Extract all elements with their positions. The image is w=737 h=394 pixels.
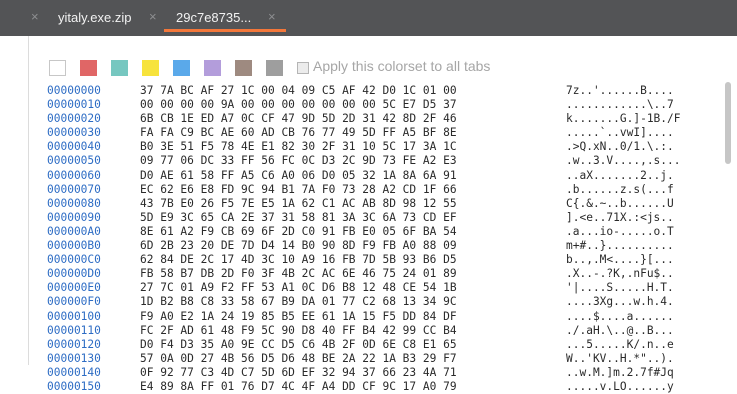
- hex-address[interactable]: 00000030: [47, 126, 101, 140]
- hex-ascii[interactable]: k.......G.]-1B./F: [566, 112, 681, 126]
- hex-ascii[interactable]: 7z..'......B....: [566, 84, 674, 98]
- hex-bytes[interactable]: 37 7A BC AF 27 1C 00 04 09 C5 AF 42 D0 1…: [140, 84, 457, 98]
- swatch-blue[interactable]: [173, 60, 190, 76]
- hex-ascii[interactable]: ./.aH.\..@..B...: [566, 324, 674, 338]
- swatch-red[interactable]: [80, 60, 97, 76]
- hex-ascii[interactable]: ].<e..71X.:<js..: [566, 211, 674, 225]
- hex-address[interactable]: 000000D0: [47, 267, 101, 281]
- hex-ascii[interactable]: W..'KV..H.*"..).: [566, 352, 674, 366]
- tab-bar: × yitaly.exe.zip × 29c7e8735... ×: [0, 0, 737, 36]
- hex-address[interactable]: 00000000: [47, 84, 101, 98]
- hex-address[interactable]: 00000040: [47, 140, 101, 154]
- tab-29c7e8735[interactable]: 29c7e8735... ×: [164, 0, 286, 36]
- tab-yitaly-exe-zip[interactable]: yitaly.exe.zip ×: [58, 0, 158, 36]
- hex-bytes[interactable]: 6D 2B 23 20 DE 7D D4 14 B0 90 8D F9 FB A…: [140, 239, 457, 253]
- hex-address[interactable]: 000000E0: [47, 281, 101, 295]
- hex-bytes[interactable]: 57 0A 0D 27 4B 56 D5 D6 48 BE 2A 22 1A B…: [140, 352, 457, 366]
- hex-bytes[interactable]: 0F 92 77 C3 4D C7 5D 6D EF 32 94 37 66 2…: [140, 366, 457, 380]
- close-icon[interactable]: ×: [31, 9, 39, 24]
- tab-label: 29c7e8735...: [176, 10, 252, 25]
- apply-colorset-label: Apply this colorset to all tabs: [313, 58, 491, 74]
- leading-tab-close[interactable]: ×: [31, 0, 41, 36]
- hex-bytes[interactable]: 27 7C 01 A9 F2 FF 53 A1 0C D6 B8 12 48 C…: [140, 281, 457, 295]
- hex-ascii[interactable]: .....v.LO......y: [566, 380, 674, 394]
- hex-ascii[interactable]: b..,.M<....}[...: [566, 253, 674, 267]
- hex-ascii[interactable]: ..w.M.]m.2.7f#Jq: [566, 366, 674, 380]
- hex-address[interactable]: 00000100: [47, 310, 101, 324]
- hex-bytes[interactable]: D0 AE 61 58 FF A5 C6 A0 06 D0 05 32 1A 8…: [140, 169, 457, 183]
- hex-address[interactable]: 00000130: [47, 352, 101, 366]
- hex-ascii[interactable]: C{.&.~..b......U: [566, 197, 674, 211]
- hex-bytes[interactable]: 43 7B E0 26 F5 7E E5 1A 62 C1 AC AB 8D 9…: [140, 197, 457, 211]
- close-icon[interactable]: ×: [268, 9, 276, 24]
- hex-ascii[interactable]: .X..-.?K,.nFu$..: [566, 267, 674, 281]
- hex-bytes[interactable]: D0 F4 D3 35 A0 9E CC D5 C6 4B 2F 0D 6E C…: [140, 338, 457, 352]
- apply-colorset-checkbox[interactable]: [297, 62, 309, 74]
- swatch-teal[interactable]: [111, 60, 128, 76]
- hex-address[interactable]: 00000020: [47, 112, 101, 126]
- hex-bytes[interactable]: B0 3E 51 F5 78 4E E1 82 30 2F 31 10 5C 1…: [140, 140, 457, 154]
- hex-ascii[interactable]: .a...io-.....o.T: [566, 225, 674, 239]
- swatch-white[interactable]: [49, 60, 66, 76]
- hex-address[interactable]: 00000120: [47, 338, 101, 352]
- hex-bytes[interactable]: 09 77 06 DC 33 FF 56 FC 0C D3 2C 9D 73 F…: [140, 154, 457, 168]
- hex-bytes[interactable]: 8E 61 A2 F9 CB 69 6F 2D C0 91 FB E0 05 6…: [140, 225, 457, 239]
- hex-bytes[interactable]: EC 62 E6 E8 FD 9C 94 B1 7A F0 73 28 A2 C…: [140, 183, 457, 197]
- hex-address[interactable]: 000000C0: [47, 253, 101, 267]
- hex-bytes[interactable]: 6B CB 1E ED A7 0C CF 47 9D 5D 2D 31 42 8…: [140, 112, 457, 126]
- hex-bytes[interactable]: 00 00 00 00 9A 00 00 00 00 00 00 00 5C E…: [140, 98, 457, 112]
- hex-bytes[interactable]: FB 58 B7 DB 2D F0 3F 4B 2C AC 6E 46 75 2…: [140, 267, 457, 281]
- hex-address[interactable]: 00000010: [47, 98, 101, 112]
- hex-ascii[interactable]: '|....S.....H.T.: [566, 281, 674, 295]
- hex-ascii[interactable]: ...5.....K/.n..e: [566, 338, 674, 352]
- hex-bytes[interactable]: FC 2F AD 61 48 F9 5C 90 D8 40 FF B4 42 9…: [140, 324, 457, 338]
- hex-address[interactable]: 000000F0: [47, 295, 101, 309]
- hex-ascii[interactable]: .....`..vwI]....: [566, 126, 674, 140]
- swatch-lavender[interactable]: [204, 60, 221, 76]
- hex-ascii[interactable]: .w..3.V....,.s...: [566, 154, 681, 168]
- active-tab-indicator: [164, 29, 286, 32]
- hex-address[interactable]: 000000A0: [47, 225, 101, 239]
- close-icon[interactable]: ×: [149, 9, 157, 24]
- hex-address[interactable]: 00000070: [47, 183, 101, 197]
- hex-viewer-panel: Apply this colorset to all tabs 00000000…: [28, 36, 737, 393]
- hex-ascii[interactable]: ....3Xg...w.h.4.: [566, 295, 674, 309]
- hex-ascii[interactable]: ....$....a......: [566, 310, 674, 324]
- hex-address[interactable]: 00000080: [47, 197, 101, 211]
- swatch-yellow[interactable]: [142, 60, 159, 76]
- hex-bytes[interactable]: 1D B2 B8 C8 33 58 67 B9 DA 01 77 C2 68 1…: [140, 295, 457, 309]
- hex-ascii[interactable]: .b......z.s(...f: [566, 183, 674, 197]
- hex-address[interactable]: 00000110: [47, 324, 101, 338]
- hex-bytes[interactable]: E4 89 8A FF 01 76 D7 4C 4F A4 DD CF 9C 1…: [140, 380, 457, 394]
- hex-address[interactable]: 00000050: [47, 154, 101, 168]
- hex-address[interactable]: 00000140: [47, 366, 101, 380]
- swatch-brown[interactable]: [235, 60, 252, 76]
- tab-label: yitaly.exe.zip: [58, 10, 132, 25]
- hex-ascii[interactable]: ..aX.......2..j.: [566, 169, 674, 183]
- hex-address[interactable]: 00000090: [47, 211, 101, 225]
- hex-bytes[interactable]: 62 84 DE 2C 17 4D 3C 10 A9 16 FB 7D 5B 9…: [140, 253, 457, 267]
- hex-ascii[interactable]: m+#..}..........: [566, 239, 674, 253]
- vertical-scrollbar[interactable]: [725, 82, 731, 164]
- hex-ascii[interactable]: ............\..7: [566, 98, 674, 112]
- hex-bytes[interactable]: F9 A0 E2 1A 24 19 85 B5 EE 61 1A 15 F5 D…: [140, 310, 457, 324]
- hex-address[interactable]: 00000060: [47, 169, 101, 183]
- hex-address[interactable]: 00000150: [47, 380, 101, 394]
- swatch-gray[interactable]: [266, 60, 283, 76]
- hex-bytes[interactable]: 5D E9 3C 65 CA 2E 37 31 58 81 3A 3C 6A 7…: [140, 211, 457, 225]
- hex-bytes[interactable]: FA FA C9 BC AE 60 AD CB 76 77 49 5D FF A…: [140, 126, 457, 140]
- hex-address[interactable]: 000000B0: [47, 239, 101, 253]
- hex-ascii[interactable]: .>Q.xN..0/1.\.:.: [566, 140, 674, 154]
